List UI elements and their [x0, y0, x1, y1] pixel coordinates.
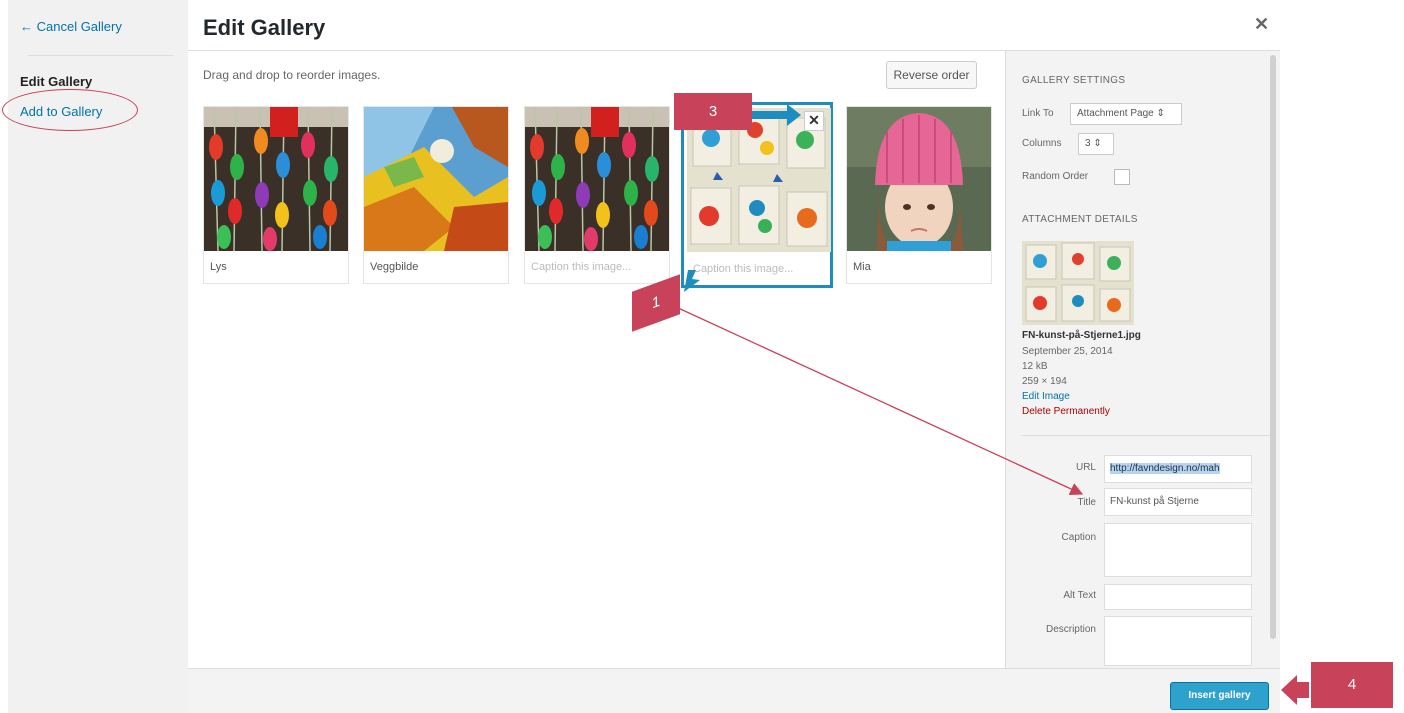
annotation-marker-3: 3: [674, 93, 752, 130]
title-field[interactable]: FN-kunst på Stjerne: [1104, 488, 1252, 516]
edit-image-link[interactable]: Edit Image: [1022, 391, 1070, 402]
alt-text-label: Alt Text: [1063, 590, 1096, 601]
columns-select[interactable]: 3 ⇕: [1078, 133, 1114, 155]
cancel-gallery-link[interactable]: ← Cancel Gallery: [20, 19, 122, 34]
url-field[interactable]: http://favndesign.no/mah: [1104, 455, 1252, 483]
gallery-settings-heading: GALLERY SETTINGS: [1022, 75, 1126, 86]
gallery-tile[interactable]: Veggbilde: [363, 106, 509, 284]
caption-field[interactable]: Veggbilde: [364, 253, 508, 283]
annotation-marker-4: 4: [1311, 662, 1393, 708]
menu-item-edit-gallery[interactable]: Edit Gallery: [20, 74, 92, 89]
gallery-tile[interactable]: Lys: [203, 106, 349, 284]
gallery-content: Drag and drop to reorder images. Reverse…: [188, 51, 1005, 668]
attachment-details-heading: ATTACHMENT DETAILS: [1022, 214, 1138, 225]
annotation-circle: [2, 89, 138, 131]
caption-field[interactable]: Caption this image...: [525, 253, 669, 283]
portrait-thumbnail[interactable]: [847, 107, 991, 251]
gallery-tile[interactable]: Mia: [846, 106, 992, 284]
attachment-filename: FN-kunst-på-Stjerne1.jpg: [1022, 330, 1141, 341]
gallery-sidebar: GALLERY SETTINGS Link To Attachment Page…: [1005, 51, 1280, 668]
url-label: URL: [1075, 462, 1096, 473]
remove-image-button[interactable]: ✕: [804, 111, 824, 131]
attachment-thumbnail: [1022, 241, 1134, 325]
painting-thumbnail[interactable]: [364, 107, 508, 251]
random-order-checkbox[interactable]: [1114, 169, 1130, 185]
caption-field[interactable]: Mia: [847, 253, 991, 283]
modal-title: Edit Gallery: [203, 15, 326, 40]
caption-field[interactable]: Lys: [204, 253, 348, 283]
menu-separator: [28, 55, 173, 56]
columns-label: Columns: [1022, 138, 1062, 149]
alt-text-field[interactable]: [1104, 584, 1252, 610]
instructions: Drag and drop to reorder images.: [203, 68, 381, 82]
link-to-select[interactable]: Attachment Page ⇕: [1070, 103, 1182, 125]
link-to-label: Link To: [1022, 108, 1054, 119]
attachment-dimensions: 259 × 194: [1022, 376, 1067, 387]
attachment-date: September 25, 2014: [1022, 346, 1113, 357]
gallery-tile[interactable]: Caption this image...: [524, 106, 670, 284]
lights-thumbnail[interactable]: [525, 107, 669, 251]
lights-thumbnail[interactable]: [204, 107, 348, 251]
attachment-size: 12 kB: [1022, 361, 1048, 372]
random-order-label: Random Order: [1022, 171, 1089, 182]
caption-textarea[interactable]: [1104, 523, 1252, 577]
delete-permanently-link[interactable]: Delete Permanently: [1022, 406, 1110, 417]
modal-toolbar: Insert gallery: [188, 668, 1280, 713]
caption-label: Caption: [1061, 532, 1096, 543]
description-textarea[interactable]: [1104, 616, 1252, 666]
description-label: Description: [1045, 624, 1096, 635]
sidebar-scrollbar[interactable]: [1270, 55, 1276, 639]
title-label: Title: [1077, 497, 1096, 508]
sidebar-separator: [1022, 435, 1272, 436]
insert-gallery-button[interactable]: Insert gallery: [1170, 682, 1269, 710]
media-modal: ← Cancel Gallery Edit Gallery Add to Gal…: [0, 0, 1404, 713]
reverse-order-button[interactable]: Reverse order: [886, 61, 977, 89]
url-value: http://favndesign.no/mah: [1110, 463, 1220, 474]
close-icon[interactable]: ✕: [1254, 14, 1269, 35]
caption-field[interactable]: Caption this image...: [687, 255, 831, 285]
